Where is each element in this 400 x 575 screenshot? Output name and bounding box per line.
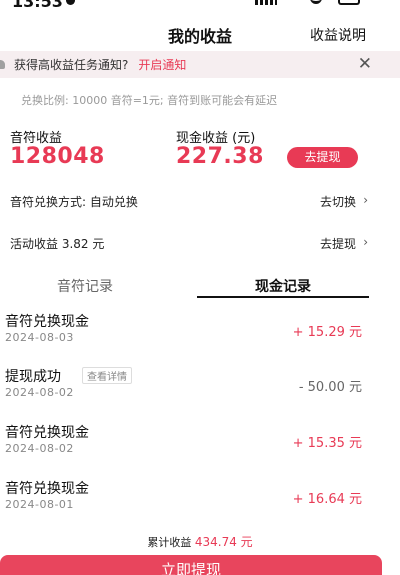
notice-text: 获得高收益任务通知?: [14, 58, 129, 72]
total-earnings: 累计收益 434.74 元: [0, 533, 400, 550]
withdraw-now-button[interactable]: 立即提现: [0, 555, 382, 575]
list-item[interactable]: 音符兑换现金 2024-08-02 + 15.35 元: [0, 422, 400, 476]
record-date: 2024-08-03: [5, 331, 74, 344]
withdraw-pill-button[interactable]: 去提现: [287, 147, 358, 168]
total-earnings-label: 累计收益: [147, 536, 192, 549]
activity-earnings-label: 活动收益 3.82 元: [10, 237, 105, 251]
close-icon[interactable]: ✕: [358, 54, 372, 74]
notification-banner: 获得高收益任务通知? 开启通知 ✕: [0, 51, 400, 78]
earnings-explanation-link[interactable]: 收益说明: [310, 25, 366, 45]
record-amount: - 50.00 元: [298, 380, 362, 395]
tab-cash-records[interactable]: 现金记录: [197, 276, 369, 296]
notes-earnings-value: 128048: [10, 144, 105, 169]
record-amount: + 16.64 元: [292, 492, 362, 507]
record-amount: + 15.29 元: [292, 325, 362, 340]
record-date: 2024-08-02: [5, 386, 74, 399]
view-details-badge[interactable]: 查看详情: [82, 367, 132, 384]
battery-icon: [338, 0, 360, 5]
wifi-icon: [310, 0, 322, 4]
chevron-right-icon: ›: [363, 235, 368, 249]
exchange-method-label: 音符兑换方式: 自动兑换: [10, 195, 138, 209]
activity-withdraw-link[interactable]: 去提现: [320, 235, 356, 252]
status-bar: 13:53: [0, 0, 400, 18]
record-amount: + 15.35 元: [292, 436, 362, 451]
exchange-ratio-text: 兑换比例: 10000 音符=1元; 音符到账可能会有延迟: [21, 94, 278, 107]
status-time: 13:53: [12, 0, 63, 11]
tab-notes-records[interactable]: 音符记录: [0, 276, 170, 296]
record-title: 音符兑换现金: [5, 481, 89, 497]
record-date: 2024-08-01: [5, 498, 74, 511]
list-item[interactable]: 提现成功 查看详情 2024-08-02 - 50.00 元: [0, 366, 400, 420]
nav-bar: 我的收益 收益说明: [0, 18, 400, 48]
cash-earnings-value: 227.38: [176, 144, 264, 169]
total-earnings-value: 434.74 元: [194, 535, 253, 549]
active-tab-indicator: [197, 296, 369, 298]
list-item[interactable]: 音符兑换现金 2024-08-03 + 15.29 元: [0, 311, 400, 365]
signal-icon: [255, 0, 277, 5]
record-title: 音符兑换现金: [5, 425, 89, 441]
enable-notification-link[interactable]: 开启通知: [138, 56, 186, 73]
bell-icon: [0, 59, 12, 71]
list-item[interactable]: 音符兑换现金 2024-08-01 + 16.64 元: [0, 478, 400, 532]
chevron-right-icon: ›: [363, 193, 368, 207]
switch-exchange-link[interactable]: 去切换: [320, 193, 356, 210]
record-date: 2024-08-02: [5, 442, 74, 455]
record-title: 提现成功: [5, 369, 61, 385]
recording-indicator-icon: [66, 0, 75, 5]
record-title: 音符兑换现金: [5, 314, 89, 330]
